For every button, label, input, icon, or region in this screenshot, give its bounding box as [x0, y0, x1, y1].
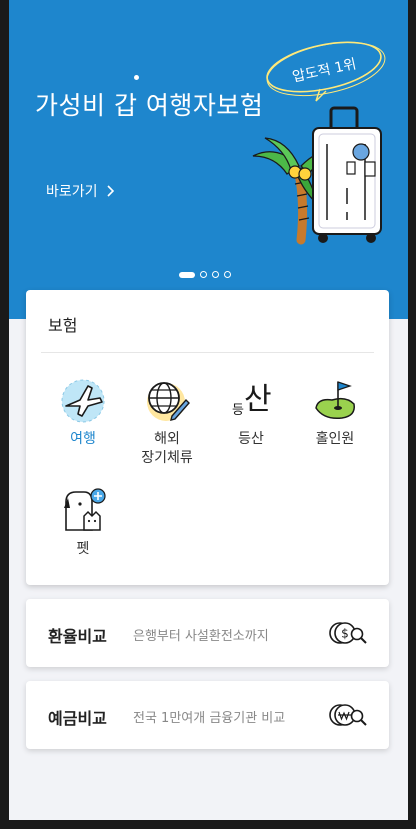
mountain-icon: 등 산	[232, 382, 272, 418]
pager-active-indicator[interactable]	[179, 271, 195, 278]
insurance-item-hiking[interactable]: 등 산 등산	[209, 376, 293, 449]
exchange-rate-compare-card[interactable]: 환율비교 은행부터 사설환전소까지 $	[26, 599, 389, 667]
dollar-coin-search-icon: $	[329, 622, 367, 644]
pet-icon	[64, 488, 106, 531]
svg-text:산: 산	[244, 382, 272, 417]
insurance-item-travel[interactable]: 여행	[41, 376, 125, 449]
insurance-card-title: 보험	[48, 316, 78, 335]
insurance-item-label: 여행	[70, 431, 96, 447]
app-screen: 가성비 갑 여행자보험 압도적 1위 바로가기 보험 여행 해외 장기체류 등 …	[9, 0, 408, 820]
svg-text:등: 등	[232, 403, 244, 418]
insurance-item-hole-in-one[interactable]: 홀인원	[293, 376, 377, 449]
deposit-title: 예금비교	[48, 709, 107, 728]
hero-link-label: 바로가기	[46, 184, 98, 200]
insurance-item-label: 해외 장기체류	[141, 430, 193, 468]
hero-banner[interactable]: 가성비 갑 여행자보험 압도적 1위 바로가기	[9, 0, 408, 319]
globe-pen-icon	[147, 382, 190, 421]
hero-decoration-dot	[134, 75, 139, 80]
insurance-item-label: 펫	[76, 541, 90, 557]
airplane-icon	[61, 379, 105, 423]
svg-text:$: $	[341, 627, 349, 641]
suitcase-palm-illustration	[252, 106, 382, 245]
hero-title: 가성비 갑 여행자보험	[35, 91, 264, 120]
insurance-card: 보험 여행 해외 장기체류 등 산 등산 홀인원 펫	[26, 290, 389, 585]
pager-dot[interactable]	[224, 271, 231, 278]
insurance-item-pet[interactable]: 펫	[41, 486, 125, 559]
chevron-right-icon	[106, 185, 114, 197]
divider	[41, 352, 374, 353]
deposit-desc: 전국 1만여개 금융기관 비교	[133, 711, 286, 726]
insurance-item-label-text: 해외 장기체류	[141, 431, 193, 466]
exchange-title: 환율비교	[48, 627, 107, 646]
insurance-item-label: 등산	[238, 431, 264, 447]
deposit-compare-card[interactable]: 예금비교 전국 1만여개 금융기관 비교	[26, 681, 389, 749]
won-coin-search-icon	[329, 704, 367, 726]
exchange-desc: 은행부터 사설환전소까지	[133, 629, 269, 644]
hero-badge-text: 압도적 1위	[291, 56, 358, 85]
hero-pager[interactable]	[179, 271, 231, 278]
badge-oval-icon: 압도적 1위	[266, 41, 386, 102]
insurance-item-label: 홀인원	[315, 431, 355, 447]
golf-flag-icon	[315, 381, 355, 420]
insurance-item-long-stay[interactable]: 해외 장기체류	[125, 376, 209, 468]
pager-dot[interactable]	[200, 271, 207, 278]
pager-dot[interactable]	[212, 271, 219, 278]
hero-link-button[interactable]: 바로가기	[46, 181, 114, 201]
